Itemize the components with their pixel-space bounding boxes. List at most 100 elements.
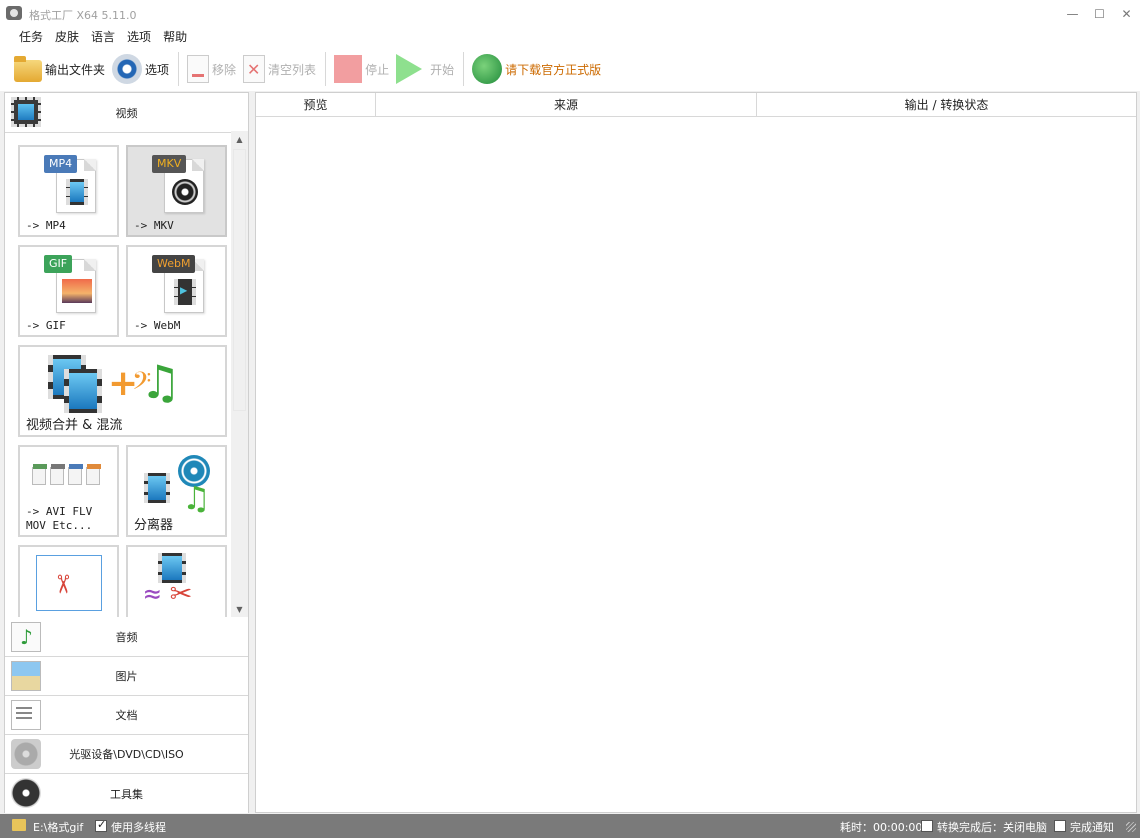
crop-scissors-icon bbox=[36, 555, 102, 611]
disc-drive-icon bbox=[11, 739, 41, 769]
multithread-checkbox[interactable] bbox=[95, 818, 107, 832]
category-video[interactable]: 视频 bbox=[5, 93, 248, 133]
tile-video-crop[interactable] bbox=[18, 545, 119, 617]
menu-language[interactable]: 语言 bbox=[85, 28, 121, 47]
tile-splitter[interactable]: ♫ 分离器 bbox=[126, 445, 227, 537]
category-list: 音频 图片 文档 光驱设备\DVD\CD\ISO 工具集 bbox=[5, 618, 248, 813]
output-folder-icon[interactable] bbox=[12, 819, 26, 831]
shutdown-after-complete-label: 转换完成后：关闭电脑 bbox=[937, 821, 1047, 834]
menu-help[interactable]: 帮助 bbox=[157, 28, 193, 47]
tile-to-webm[interactable]: WebM -> WebM bbox=[126, 245, 227, 337]
options-icon bbox=[112, 54, 143, 84]
window-controls: — ☐ ✕ bbox=[1059, 0, 1140, 28]
music-note-icon bbox=[11, 622, 41, 652]
tile-to-gif[interactable]: GIF -> GIF bbox=[18, 245, 119, 337]
column-output-status[interactable]: 输出 / 转换状态 bbox=[757, 93, 1136, 117]
shutdown-after-complete-checkbox[interactable] bbox=[921, 820, 933, 832]
format-factory-icon bbox=[6, 6, 22, 20]
clear-list-button[interactable]: 清空列表 bbox=[243, 51, 316, 87]
scroll-down-icon[interactable]: ▼ bbox=[231, 601, 248, 617]
mp4-badge: MP4 bbox=[44, 155, 78, 173]
menu-task[interactable]: 任务 bbox=[13, 28, 49, 47]
multi-format-icon bbox=[32, 463, 108, 493]
toolbar-separator bbox=[325, 52, 327, 86]
clear-list-label: 清空列表 bbox=[268, 62, 317, 77]
tile-label: 视频合并 & 混流 bbox=[26, 418, 123, 433]
task-list[interactable]: 预览 来源 输出 / 转换状态 bbox=[255, 92, 1137, 813]
video-scrollbar[interactable]: ▲ ▼ bbox=[231, 131, 248, 617]
webm-file-icon: WebM bbox=[152, 255, 204, 315]
category-document-label: 文档 bbox=[115, 709, 138, 722]
completion-notify-label: 完成通知 bbox=[1070, 821, 1114, 834]
gif-file-icon: GIF bbox=[44, 255, 96, 315]
toolbar-separator bbox=[463, 52, 465, 86]
column-preview[interactable]: 预览 bbox=[256, 93, 376, 117]
stop-label: 停止 bbox=[365, 62, 390, 77]
tile-to-mp4[interactable]: MP4 -> MP4 bbox=[18, 145, 119, 237]
tile-to-avi-flv-mov[interactable]: -> AVI FLV MOV Etc... bbox=[18, 445, 119, 537]
completion-notify-checkbox[interactable] bbox=[1054, 820, 1066, 832]
remove-icon bbox=[187, 55, 210, 83]
task-list-header: 预览 来源 输出 / 转换状态 bbox=[256, 93, 1136, 117]
maximize-icon[interactable]: ☐ bbox=[1086, 0, 1113, 28]
output-path[interactable]: E:\格式gif bbox=[33, 819, 83, 835]
tile-label: -> GIF bbox=[26, 319, 66, 332]
category-rom-device-label: 光驱设备\DVD\CD\ISO bbox=[69, 748, 184, 761]
video-cut-icon: ≈ ✂ bbox=[144, 553, 210, 614]
globe-icon bbox=[472, 54, 503, 84]
clear-list-icon bbox=[243, 55, 266, 83]
category-video-label: 视频 bbox=[115, 106, 138, 120]
output-folder-button[interactable]: 输出文件夹 bbox=[14, 51, 105, 87]
mkv-file-icon: MKV bbox=[152, 155, 204, 215]
status-bar: E:\格式gif 使用多线程 耗时：00:00:00 转换完成后：关闭电脑 完成… bbox=[0, 814, 1140, 838]
options-button[interactable]: 选项 bbox=[112, 51, 169, 87]
options-label: 选项 bbox=[145, 62, 170, 77]
download-official-link[interactable]: 请下载官方正式版 bbox=[472, 51, 601, 87]
resize-grip-icon[interactable] bbox=[1126, 822, 1136, 832]
title-bar: 格式工厂 X64 5.11.0 — ☐ ✕ bbox=[0, 0, 1140, 28]
tile-label: 分离器 bbox=[134, 518, 174, 533]
mp4-file-icon: MP4 bbox=[44, 155, 96, 215]
remove-button[interactable]: 移除 bbox=[187, 51, 236, 87]
tile-label: -> WebM bbox=[134, 319, 181, 332]
video-film-icon bbox=[11, 97, 41, 127]
download-official-label: 请下载官方正式版 bbox=[505, 62, 602, 77]
start-button[interactable]: 开始 bbox=[396, 51, 454, 87]
picture-icon bbox=[11, 661, 41, 691]
start-label: 开始 bbox=[430, 62, 455, 77]
category-rom-device[interactable]: 光驱设备\DVD\CD\ISO bbox=[5, 735, 248, 774]
video-tools-grid: MP4 -> MP4 MKV -> MKV GIF -> GIF WebM ▶ … bbox=[5, 133, 248, 617]
elapsed-time: 耗时：00:00:00 bbox=[840, 821, 923, 834]
multithread-label: 使用多线程 bbox=[111, 821, 166, 834]
toolbar: 输出文件夹 选项 移除 清空列表 停止 开始 请下载官方正式版 bbox=[0, 47, 1140, 91]
category-panel: 视频 MP4 -> MP4 MKV -> MKV GIF -> GIF WebM… bbox=[4, 92, 249, 813]
scroll-thumb[interactable] bbox=[233, 149, 246, 411]
mkv-badge: MKV bbox=[152, 155, 187, 173]
category-audio[interactable]: 音频 bbox=[5, 618, 248, 657]
tile-label: -> AVI FLV MOV Etc... bbox=[26, 505, 93, 532]
gif-badge: GIF bbox=[44, 255, 73, 273]
menu-options[interactable]: 选项 bbox=[121, 28, 157, 47]
tile-video-cut[interactable]: ≈ ✂ bbox=[126, 545, 227, 617]
stop-icon bbox=[334, 55, 363, 83]
film-reel-icon bbox=[11, 778, 41, 808]
category-document[interactable]: 文档 bbox=[5, 696, 248, 735]
minimize-icon[interactable]: — bbox=[1059, 0, 1086, 28]
category-picture[interactable]: 图片 bbox=[5, 657, 248, 696]
start-icon bbox=[396, 54, 423, 84]
webm-badge: WebM bbox=[152, 255, 196, 273]
stop-button[interactable]: 停止 bbox=[334, 51, 389, 87]
tile-video-merge-mux[interactable]: + 𝄢 ♫ 视频合并 & 混流 bbox=[18, 345, 227, 437]
close-icon[interactable]: ✕ bbox=[1113, 0, 1140, 28]
scroll-up-icon[interactable]: ▲ bbox=[231, 131, 248, 147]
column-source[interactable]: 来源 bbox=[376, 93, 757, 117]
window-title: 格式工厂 X64 5.11.0 bbox=[29, 9, 137, 22]
category-picture-label: 图片 bbox=[115, 670, 138, 683]
output-folder-label: 输出文件夹 bbox=[45, 62, 106, 77]
category-toolbox[interactable]: 工具集 bbox=[5, 774, 248, 813]
menu-skin[interactable]: 皮肤 bbox=[49, 28, 85, 47]
tile-to-mkv[interactable]: MKV -> MKV bbox=[126, 145, 227, 237]
menu-bar: 任务 皮肤 语言 选项 帮助 bbox=[0, 28, 1140, 47]
tile-label: -> MKV bbox=[134, 219, 174, 232]
category-toolbox-label: 工具集 bbox=[110, 787, 143, 801]
